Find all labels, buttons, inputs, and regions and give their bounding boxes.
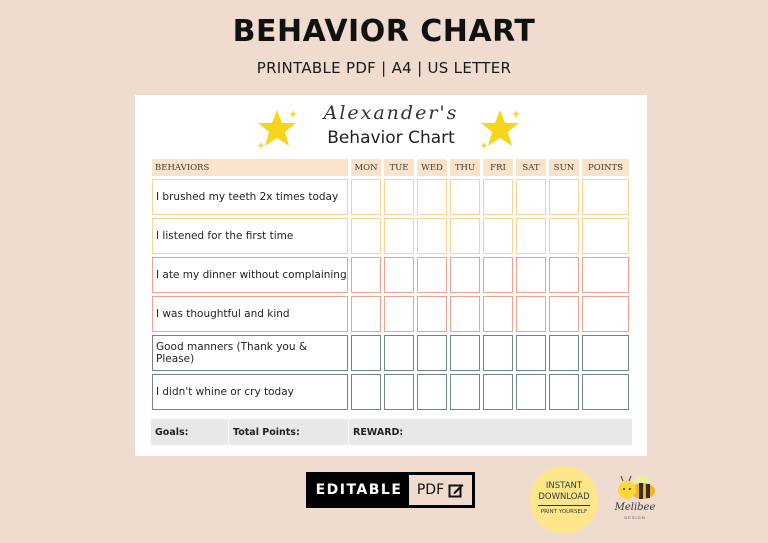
cell-mon[interactable] — [351, 335, 381, 371]
column-header-sat: SAT — [516, 159, 546, 176]
cell-wed[interactable] — [417, 257, 447, 293]
cell-mon[interactable] — [351, 257, 381, 293]
column-header-wed: WED — [417, 159, 447, 176]
behavior-label: I didn't whine or cry today — [152, 374, 348, 410]
cell-sat[interactable] — [516, 179, 546, 215]
cell-sun[interactable] — [549, 179, 579, 215]
cell-thu[interactable] — [450, 335, 480, 371]
instant-label: INSTANT — [545, 481, 583, 491]
cell-tue[interactable] — [384, 296, 414, 332]
instant-download-badge: INSTANT DOWNLOAD PRINT YOURSELF — [530, 466, 598, 534]
editable-label: EDITABLE — [309, 475, 409, 505]
cell-thu[interactable] — [450, 374, 480, 410]
cell-fri[interactable] — [483, 296, 513, 332]
star-icon — [480, 110, 520, 149]
cell-tue[interactable] — [384, 335, 414, 371]
cell-wed[interactable] — [417, 335, 447, 371]
subtitle: PRINTABLE PDF | A4 | US LETTER — [256, 59, 512, 77]
cell-fri[interactable] — [483, 257, 513, 293]
cell-mon[interactable] — [351, 179, 381, 215]
column-header-thu: THU — [450, 159, 480, 176]
cell-tue[interactable] — [384, 179, 414, 215]
kid-name: Alexander's — [323, 102, 459, 124]
table-row: Good manners (Thank you & Please) — [152, 335, 629, 371]
cell-mon[interactable] — [351, 218, 381, 254]
cell-points[interactable] — [582, 179, 629, 215]
column-header-mon: MON — [351, 159, 381, 176]
edit-icon — [448, 484, 464, 498]
column-header-fri: FRI — [483, 159, 513, 176]
behavior-label: I listened for the first time — [152, 218, 348, 254]
table-header-row: BEHAVIORS MON TUE WED THU FRI SAT SUN PO… — [152, 159, 629, 176]
cell-sun[interactable] — [549, 296, 579, 332]
cell-wed[interactable] — [417, 179, 447, 215]
cell-tue[interactable] — [384, 257, 414, 293]
cell-sat[interactable] — [516, 374, 546, 410]
cell-sat[interactable] — [516, 257, 546, 293]
behavior-chart-sheet: Alexander's Behavior Chart BEHAVIORS MON… — [135, 95, 647, 456]
print-yourself-label: PRINT YOURSELF — [540, 509, 588, 515]
brand-name: Melibee — [614, 502, 656, 513]
reward-label: REWARD: — [353, 426, 404, 438]
behavior-label: I was thoughtful and kind — [152, 296, 348, 332]
brand-logo: Melibee DESIGN — [610, 474, 660, 524]
cell-sun[interactable] — [549, 335, 579, 371]
pdf-label: PDF — [416, 482, 445, 498]
cell-sun[interactable] — [549, 257, 579, 293]
column-header-tue: TUE — [384, 159, 414, 176]
cell-sun[interactable] — [549, 374, 579, 410]
cell-points[interactable] — [582, 335, 629, 371]
behavior-table: BEHAVIORS MON TUE WED THU FRI SAT SUN PO… — [149, 156, 632, 413]
behavior-label: I ate my dinner without complaining — [152, 257, 348, 293]
behavior-label: I brushed my teeth 2x times today — [152, 179, 348, 215]
cell-tue[interactable] — [384, 218, 414, 254]
reward-field[interactable]: REWARD: — [349, 419, 632, 445]
table-row: I didn't whine or cry today — [152, 374, 629, 410]
table-row: I was thoughtful and kind — [152, 296, 629, 332]
summary-row: Goals: Total Points: REWARD: — [151, 419, 632, 445]
cell-sun[interactable] — [549, 218, 579, 254]
table-row: I brushed my teeth 2x times today — [152, 179, 629, 215]
behavior-label: Good manners (Thank you & Please) — [152, 335, 348, 371]
cell-wed[interactable] — [417, 218, 447, 254]
cell-sat[interactable] — [516, 296, 546, 332]
download-label: DOWNLOAD — [538, 492, 590, 502]
cell-sat[interactable] — [516, 335, 546, 371]
column-header-behaviors: BEHAVIORS — [152, 159, 348, 176]
cell-fri[interactable] — [483, 218, 513, 254]
cell-points[interactable] — [582, 218, 629, 254]
pdf-label-wrap: PDF — [409, 475, 472, 505]
column-header-points: POINTS — [582, 159, 629, 176]
main-title: BEHAVIOR CHART — [232, 14, 536, 49]
cell-mon[interactable] — [351, 296, 381, 332]
goals-field[interactable]: Goals: — [151, 419, 229, 445]
cell-thu[interactable] — [450, 179, 480, 215]
table-row: I listened for the first time — [152, 218, 629, 254]
cell-points[interactable] — [582, 257, 629, 293]
cell-fri[interactable] — [483, 335, 513, 371]
brand-sub: DESIGN — [624, 515, 646, 520]
cell-points[interactable] — [582, 374, 629, 410]
cell-tue[interactable] — [384, 374, 414, 410]
total-points-label: Total Points: — [233, 426, 300, 438]
table-row: I ate my dinner without complaining — [152, 257, 629, 293]
divider — [538, 505, 590, 506]
cell-thu[interactable] — [450, 257, 480, 293]
bee-icon — [618, 475, 655, 499]
cell-points[interactable] — [582, 296, 629, 332]
cell-thu[interactable] — [450, 296, 480, 332]
cell-thu[interactable] — [450, 218, 480, 254]
cell-fri[interactable] — [483, 374, 513, 410]
column-header-sun: SUN — [549, 159, 579, 176]
editable-pdf-badge: EDITABLE PDF — [306, 472, 475, 508]
cell-wed[interactable] — [417, 374, 447, 410]
goals-label: Goals: — [155, 426, 189, 438]
total-points-field[interactable]: Total Points: — [229, 419, 349, 445]
sheet-title: Behavior Chart — [327, 128, 455, 148]
cell-mon[interactable] — [351, 374, 381, 410]
cell-sat[interactable] — [516, 218, 546, 254]
cell-fri[interactable] — [483, 179, 513, 215]
sheet-header: Alexander's Behavior Chart — [135, 100, 647, 152]
cell-wed[interactable] — [417, 296, 447, 332]
